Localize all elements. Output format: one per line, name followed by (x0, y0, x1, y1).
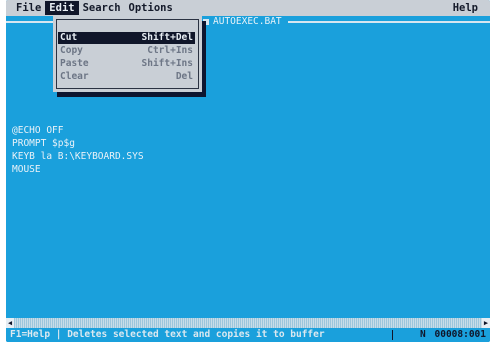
menu-edit[interactable]: Edit (45, 1, 79, 15)
menu-options[interactable]: Options (125, 1, 177, 15)
menu-item-label: Copy (60, 45, 83, 56)
scroll-left-icon[interactable]: ◀ (6, 318, 14, 328)
menu-bar: File Edit Search Options Help (6, 0, 490, 16)
menu-item-shortcut: Ctrl+Ins (147, 45, 193, 56)
status-mode: N (420, 329, 426, 340)
status-message: F1=Help | Deletes selected text and copi… (10, 329, 325, 340)
horizontal-scrollbar[interactable]: ◀ ▶ (6, 318, 490, 328)
status-divider (392, 330, 393, 340)
menu-file[interactable]: File (12, 1, 45, 15)
menu-item-copy[interactable]: Copy Ctrl+Ins (58, 45, 195, 57)
menu-item-paste[interactable]: Paste Shift+Ins (58, 58, 195, 70)
edit-menu-dropdown: Cut Shift+Del Copy Ctrl+Ins Paste Shift+… (53, 16, 202, 92)
status-bar: F1=Help | Deletes selected text and copi… (6, 328, 490, 342)
menu-item-cut[interactable]: Cut Shift+Del (58, 32, 195, 44)
scroll-right-icon[interactable]: ▶ (482, 318, 490, 328)
code-line: KEYB la B:\KEYBOARD.SYS (12, 151, 144, 162)
menu-help[interactable]: Help (449, 1, 482, 15)
editor-text-area[interactable]: @ECHO OFF PROMPT $p$g KEYB la B:\KEYBOAR… (12, 124, 144, 176)
code-line: MOUSE (12, 164, 41, 175)
menu-item-clear[interactable]: Clear Del (58, 71, 195, 83)
menu-search[interactable]: Search (79, 1, 125, 15)
menu-item-label: Cut (60, 32, 78, 43)
menu-item-shortcut: Shift+Del (141, 32, 193, 43)
menu-item-shortcut: Shift+Ins (141, 58, 193, 69)
file-name: AUTOEXEC.BAT (213, 16, 282, 27)
file-title: AUTOEXEC.BAT (201, 16, 288, 27)
editor-screen: File Edit Search Options Help AUTOEXEC.B… (6, 0, 490, 342)
menu-item-label: Clear (60, 71, 89, 82)
code-line: PROMPT $p$g (12, 138, 75, 149)
menu-item-label: Paste (60, 58, 89, 69)
close-box-icon[interactable] (203, 18, 209, 25)
menu-item-shortcut: Del (175, 71, 193, 82)
code-line: @ECHO OFF (12, 125, 64, 136)
cursor-position: 00008:001 (434, 329, 486, 340)
